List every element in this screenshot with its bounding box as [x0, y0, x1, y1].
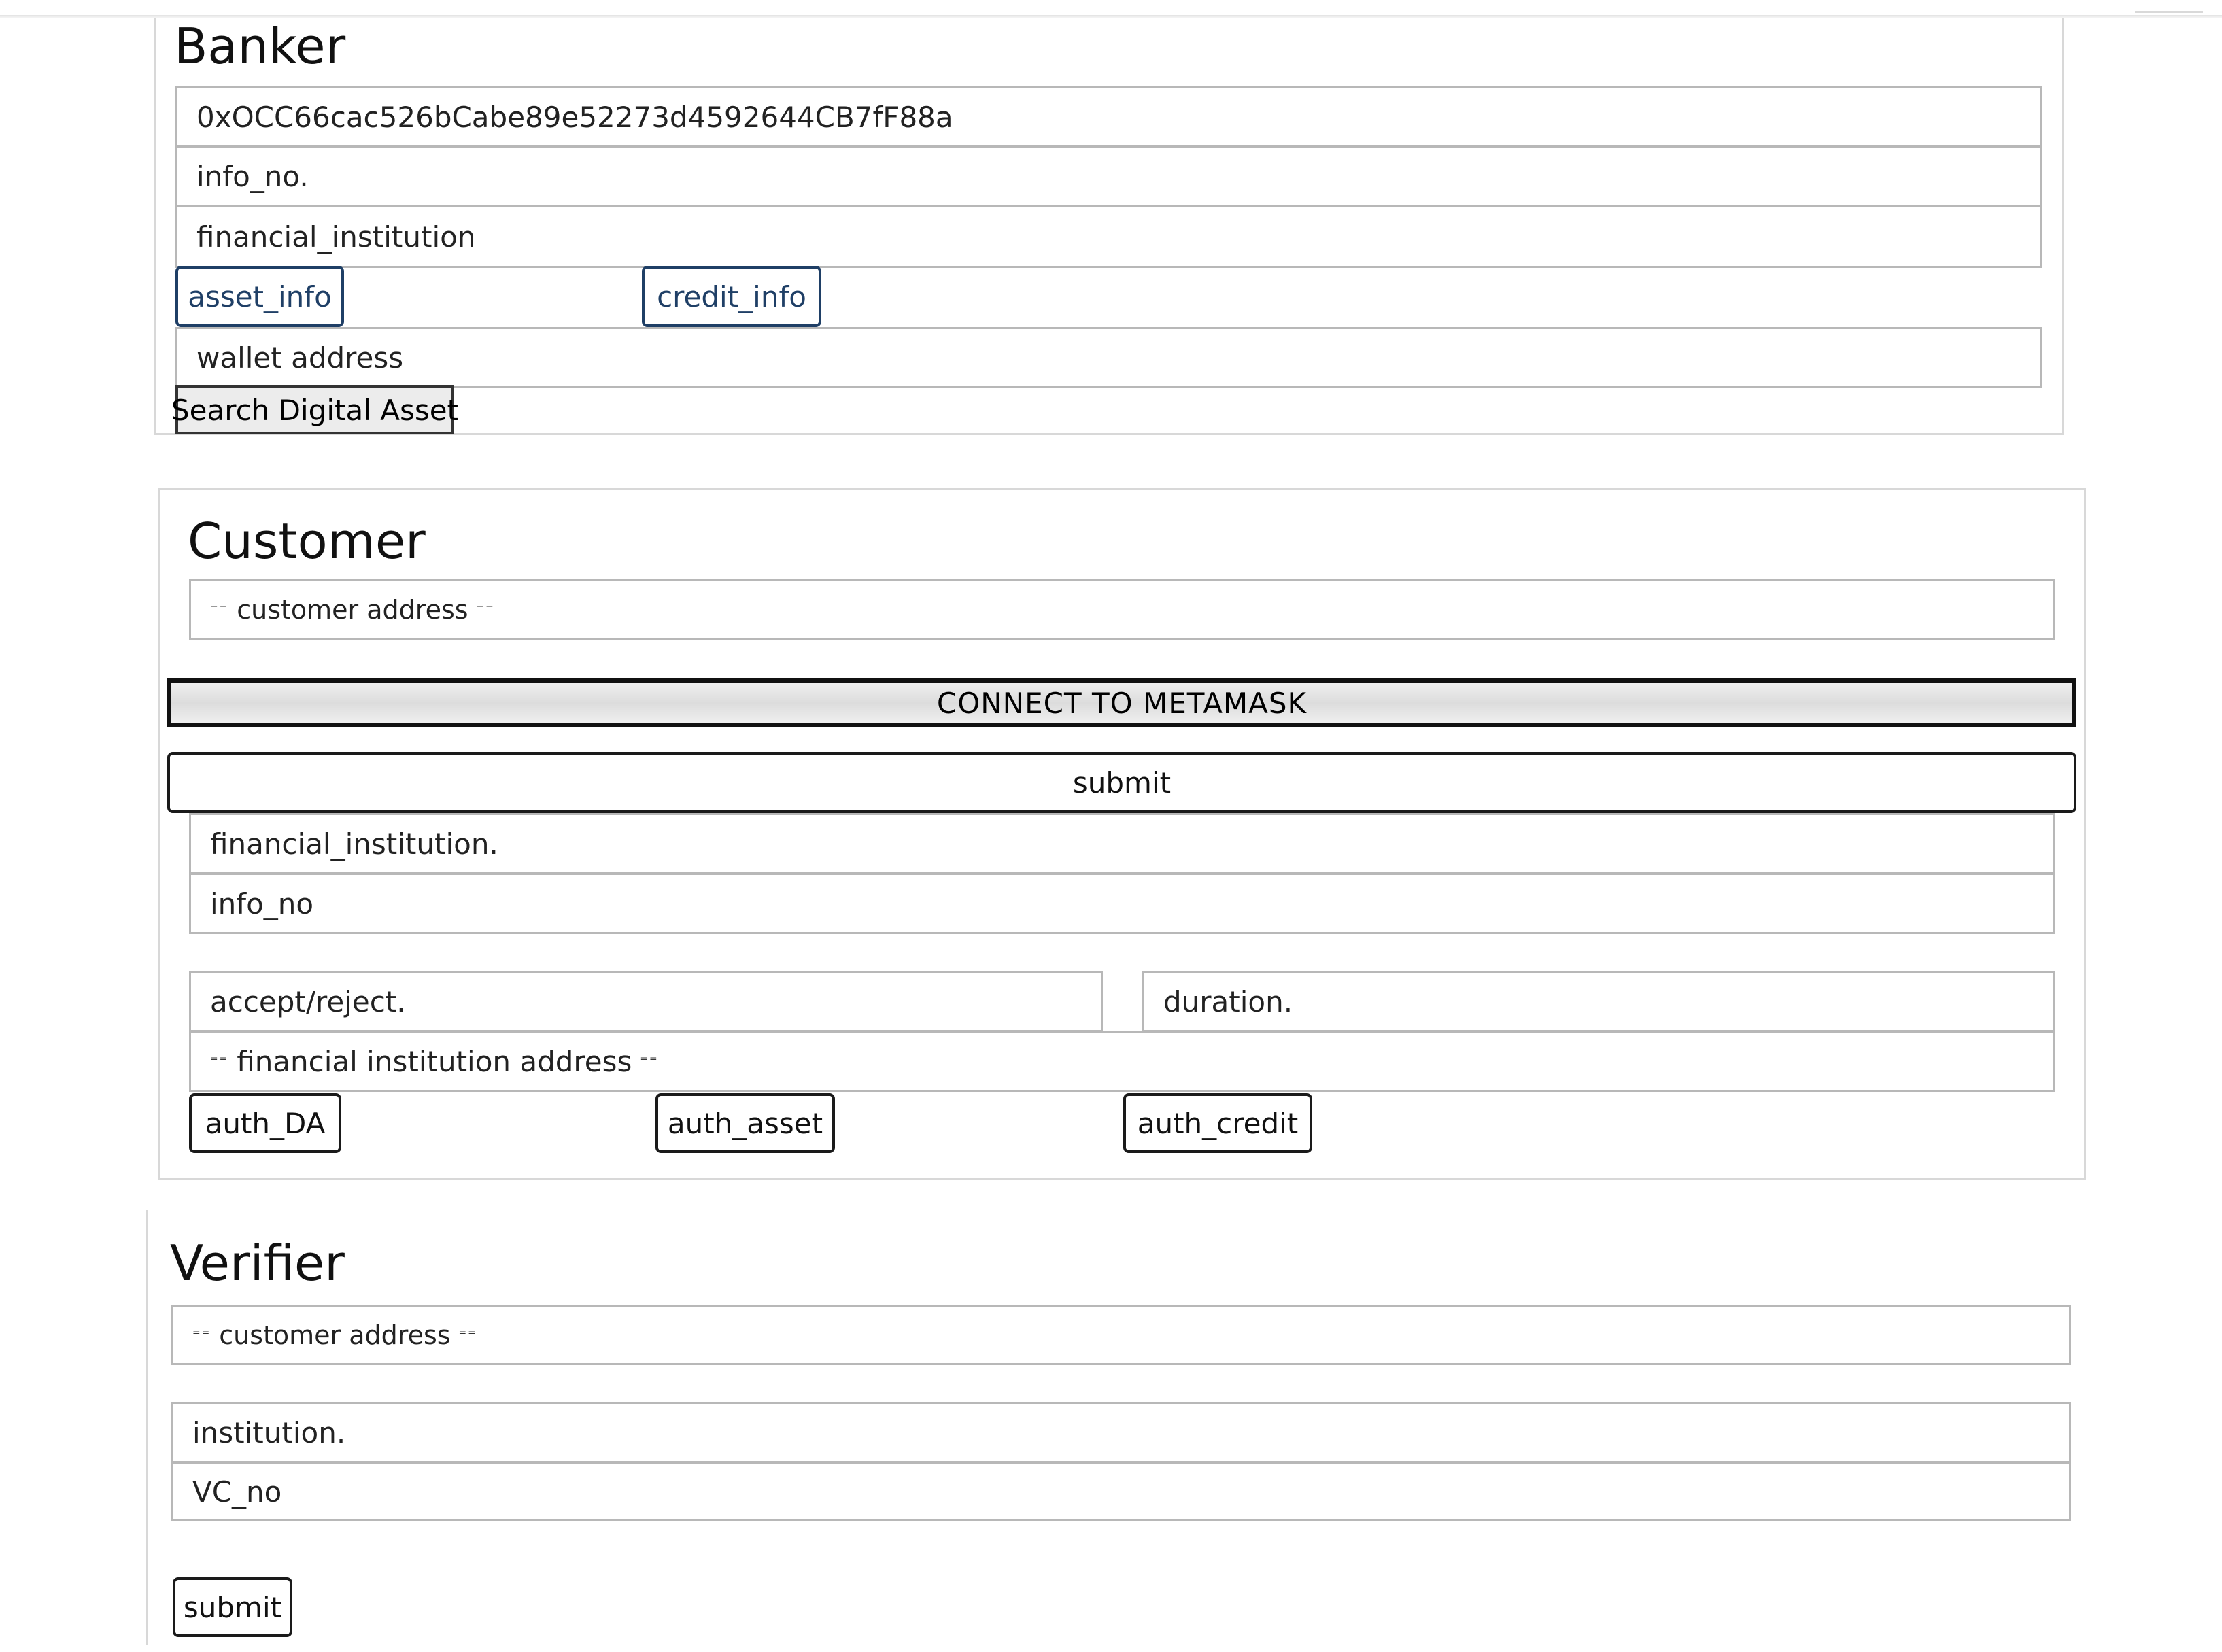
customer-submit-button[interactable]: submit: [167, 752, 2076, 813]
banker-info-no-placeholder: info_no.: [196, 159, 309, 193]
verifier-panel: [146, 1210, 152, 1645]
vc-no-placeholder: VC_no: [192, 1475, 282, 1509]
search-digital-asset-label: Search Digital Asset: [171, 393, 459, 427]
search-digital-asset-button[interactable]: Search Digital Asset: [171, 385, 458, 434]
customer-info-no-placeholder: info_no: [210, 887, 314, 920]
top-right-divider: [2135, 11, 2203, 13]
institution-field[interactable]: institution.: [171, 1402, 2071, 1463]
asset-info-label: asset_info: [188, 279, 332, 313]
placeholder-marker-left-icon: ⁼⁼: [210, 601, 229, 619]
customer-title: Customer: [188, 513, 426, 570]
banker-address-value: 0xOCC66cac526bCabe89e52273d4592644CB7fF8…: [196, 100, 953, 134]
asset-info-button[interactable]: asset_info: [175, 266, 344, 327]
auth-credit-label: auth_credit: [1137, 1106, 1299, 1140]
auth-asset-label: auth_asset: [667, 1106, 823, 1140]
customer-address-field[interactable]: ⁼⁼ customer address ⁼⁼: [189, 579, 2055, 640]
connect-to-metamask-label: CONNECT TO METAMASK: [936, 686, 1307, 720]
auth-asset-button[interactable]: auth_asset: [655, 1093, 835, 1153]
placeholder-marker-right-icon: ⁼⁼: [640, 1052, 659, 1070]
placeholder-marker-right-icon: ⁼⁼: [458, 1326, 477, 1344]
customer-info-no-field[interactable]: info_no: [189, 873, 2055, 934]
accept-reject-field[interactable]: accept/reject.: [189, 971, 1103, 1032]
verifier-customer-address-field[interactable]: ⁼⁼ customer address ⁼⁼: [171, 1305, 2071, 1365]
placeholder-marker-left-icon: ⁼⁼: [192, 1326, 211, 1344]
auth-credit-button[interactable]: auth_credit: [1123, 1093, 1312, 1153]
banker-financial-institution-field[interactable]: financial_institution: [175, 205, 2042, 268]
credit-info-button[interactable]: credit_info: [642, 266, 821, 327]
verifier-customer-address-placeholder: customer address: [219, 1320, 451, 1350]
wallet-address-field[interactable]: wallet address: [175, 327, 2042, 388]
institution-placeholder: institution.: [192, 1415, 346, 1449]
customer-financial-institution-placeholder: financial_institution.: [210, 827, 498, 861]
financial-institution-address-placeholder: financial institution address: [237, 1044, 632, 1078]
auth-da-label: auth_DA: [205, 1106, 326, 1140]
accept-reject-placeholder: accept/reject.: [210, 984, 406, 1018]
customer-submit-label: submit: [1072, 765, 1172, 799]
verifier-title: Verifier: [170, 1235, 345, 1292]
vc-no-field[interactable]: VC_no: [171, 1462, 2071, 1521]
connect-to-metamask-button[interactable]: CONNECT TO METAMASK: [167, 678, 2076, 727]
customer-address-placeholder: customer address: [237, 595, 468, 625]
auth-da-button[interactable]: auth_DA: [189, 1093, 341, 1153]
credit-info-label: credit_info: [657, 279, 806, 313]
banker-financial-institution-placeholder: financial_institution: [196, 220, 476, 254]
placeholder-marker-right-icon: ⁼⁼: [476, 601, 495, 619]
verifier-submit-label: submit: [183, 1590, 282, 1624]
banker-info-no-field[interactable]: info_no.: [175, 145, 2042, 207]
wallet-address-placeholder: wallet address: [196, 341, 404, 375]
placeholder-marker-left-icon: ⁼⁼: [210, 1052, 229, 1070]
banker-address-field[interactable]: 0xOCC66cac526bCabe89e52273d4592644CB7fF8…: [175, 86, 2042, 148]
financial-institution-address-field[interactable]: ⁼⁼ financial institution address ⁼⁼: [189, 1031, 2055, 1092]
duration-placeholder: duration.: [1163, 984, 1293, 1018]
verifier-submit-button[interactable]: submit: [173, 1577, 292, 1637]
banker-title: Banker: [174, 18, 346, 75]
duration-field[interactable]: duration.: [1142, 971, 2055, 1032]
customer-financial-institution-field[interactable]: financial_institution.: [189, 813, 2055, 874]
